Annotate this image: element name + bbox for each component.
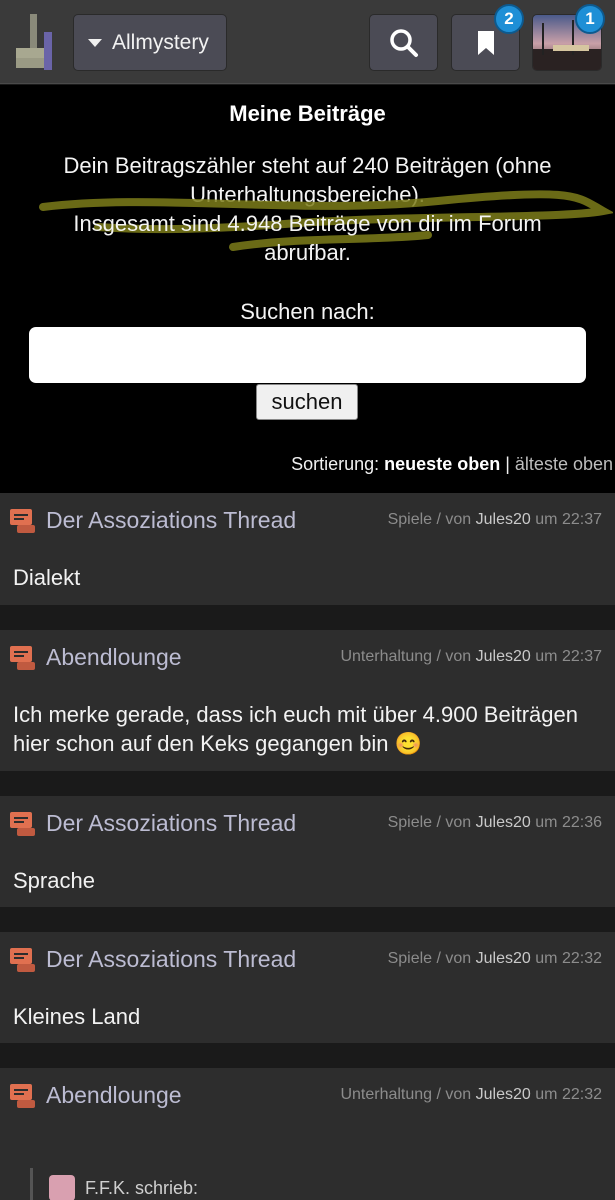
thread-title[interactable]: Abendlounge bbox=[46, 644, 182, 671]
dropdown-label: Allmystery bbox=[112, 30, 209, 54]
quote-avatar bbox=[49, 1175, 75, 1200]
thread-icon bbox=[10, 1084, 35, 1108]
bookmark-count-badge: 2 bbox=[494, 4, 524, 34]
search-icon bbox=[389, 28, 418, 57]
post-at-label: um bbox=[535, 648, 558, 665]
thread-title[interactable]: Der Assoziations Thread bbox=[46, 810, 296, 837]
sort-oldest-first[interactable]: älteste oben bbox=[515, 454, 613, 474]
post-meta: Spiele / von Jules20 um 22:36 bbox=[388, 814, 602, 832]
my-posts-panel: Meine Beiträge Dein Beitragszähler steht… bbox=[0, 85, 615, 493]
post-by-label: / von bbox=[436, 648, 472, 665]
thread-icon bbox=[10, 509, 35, 533]
post-by-label: / von bbox=[436, 1086, 472, 1103]
post-category[interactable]: Spiele bbox=[388, 814, 432, 831]
post-body: Ich merke gerade, dass ich euch mit über… bbox=[13, 702, 578, 756]
post-item[interactable]: Abendlounge Unterhaltung / von Jules20 u… bbox=[0, 630, 615, 771]
bookmark-icon bbox=[477, 30, 494, 55]
post-author[interactable]: Jules20 bbox=[476, 648, 531, 665]
forum-dropdown[interactable]: Allmystery bbox=[73, 14, 227, 71]
post-time: 22:36 bbox=[561, 814, 602, 831]
post-at-label: um bbox=[535, 950, 558, 967]
post-time: 22:37 bbox=[561, 511, 602, 528]
thread-icon bbox=[10, 948, 35, 972]
thread-icon bbox=[10, 812, 35, 836]
post-by-label: / von bbox=[436, 950, 472, 967]
post-author[interactable]: Jules20 bbox=[476, 511, 531, 528]
post-at-label: um bbox=[535, 1086, 558, 1103]
caret-down-icon bbox=[88, 38, 102, 47]
thread-title[interactable]: Abendlounge bbox=[46, 1082, 182, 1109]
post-by-label: / von bbox=[436, 814, 472, 831]
post-meta: Spiele / von Jules20 um 22:32 bbox=[388, 950, 602, 968]
post-time: 22:32 bbox=[561, 1086, 602, 1103]
post-item[interactable]: Abendlounge Unterhaltung / von Jules20 u… bbox=[0, 1068, 615, 1200]
notification-count-badge: 1 bbox=[575, 4, 605, 34]
top-bar: Allmystery 2 1 bbox=[0, 0, 615, 84]
sort-newest-first[interactable]: neueste oben bbox=[384, 454, 500, 474]
thread-icon bbox=[10, 646, 35, 670]
post-category[interactable]: Unterhaltung bbox=[340, 648, 432, 665]
quote-block: F.F.K. schrieb: bbox=[30, 1168, 198, 1200]
post-author[interactable]: Jules20 bbox=[476, 814, 531, 831]
post-time: 22:37 bbox=[561, 648, 602, 665]
logo-icon[interactable] bbox=[14, 12, 56, 72]
post-author[interactable]: Jules20 bbox=[476, 1086, 531, 1103]
post-at-label: um bbox=[535, 511, 558, 528]
post-by-label: / von bbox=[436, 511, 472, 528]
search-submit-button[interactable]: suchen bbox=[256, 384, 358, 420]
search-button[interactable] bbox=[369, 14, 438, 71]
search-input[interactable] bbox=[29, 327, 586, 383]
total-posts-text: Insgesamt sind 4.948 Beiträge von dir im… bbox=[73, 211, 542, 265]
post-time: 22:32 bbox=[561, 950, 602, 967]
post-meta: Unterhaltung / von Jules20 um 22:32 bbox=[340, 1086, 602, 1104]
post-at-label: um bbox=[535, 814, 558, 831]
post-body: Sprache bbox=[13, 868, 95, 893]
sort-options: Sortierung: neueste oben | älteste oben bbox=[291, 454, 613, 475]
post-count-text: Dein Beitragszähler steht auf 240 Beiträ… bbox=[63, 153, 552, 207]
post-item[interactable]: Der Assoziations Thread Spiele / von Jul… bbox=[0, 796, 615, 907]
post-category[interactable]: Spiele bbox=[388, 511, 432, 528]
post-author[interactable]: Jules20 bbox=[476, 950, 531, 967]
search-label: Suchen nach: bbox=[240, 299, 375, 324]
post-body: Kleines Land bbox=[13, 1004, 141, 1029]
post-meta: Unterhaltung / von Jules20 um 22:37 bbox=[340, 648, 602, 666]
thread-title[interactable]: Der Assoziations Thread bbox=[46, 946, 296, 973]
page-title: Meine Beiträge bbox=[229, 101, 386, 126]
sort-label: Sortierung: bbox=[291, 454, 380, 474]
post-meta: Spiele / von Jules20 um 22:37 bbox=[388, 511, 602, 529]
quote-author: F.F.K. schrieb: bbox=[85, 1177, 199, 1198]
post-category[interactable]: Unterhaltung bbox=[340, 1086, 432, 1103]
thread-title[interactable]: Der Assoziations Thread bbox=[46, 507, 296, 534]
sort-separator: | bbox=[505, 454, 510, 474]
post-body: Dialekt bbox=[13, 565, 81, 590]
post-item[interactable]: Der Assoziations Thread Spiele / von Jul… bbox=[0, 493, 615, 605]
post-category[interactable]: Spiele bbox=[388, 950, 432, 967]
post-item[interactable]: Der Assoziations Thread Spiele / von Jul… bbox=[0, 932, 615, 1043]
